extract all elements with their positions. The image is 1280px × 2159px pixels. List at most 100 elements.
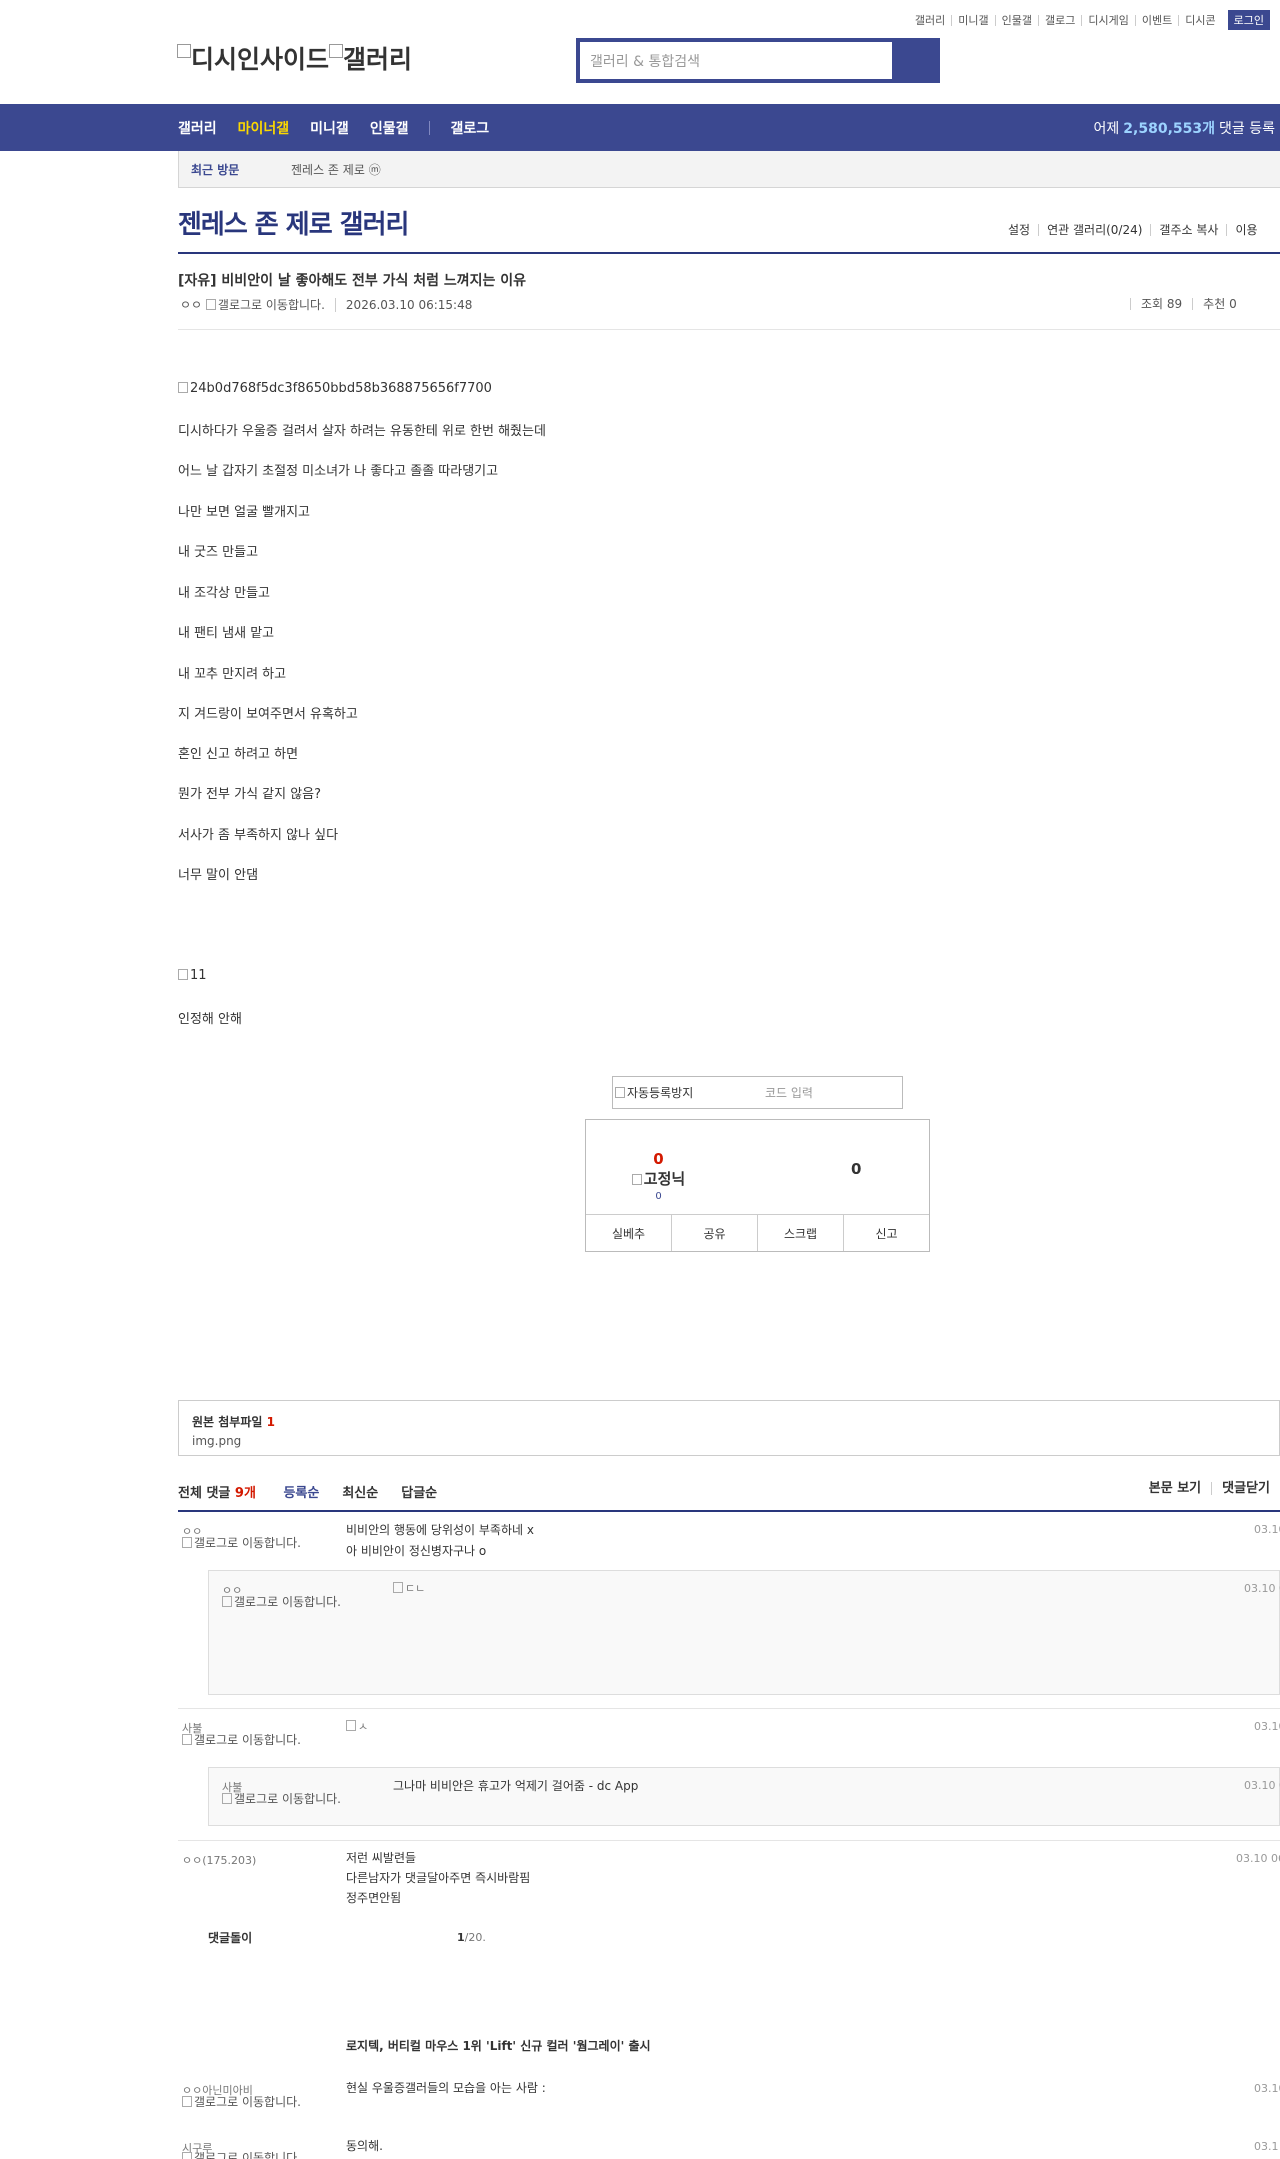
view-post-button[interactable]: 본문 보기 [1139,1482,1211,1495]
comment-date: 03.10 06 [1236,1852,1280,1865]
post-author[interactable]: ㅇㅇ [180,296,202,313]
util-event-link[interactable]: 이벤트 [1134,14,1178,26]
share-button[interactable]: 공유 [671,1215,757,1251]
post-stats: 조회 89 추천 0 [1130,298,1247,310]
ad-link[interactable]: 로지텍, 버티컬 마우스 1위 'Lift' 신규 컬러 '웜그레이' 출시 [346,2036,651,2056]
nav-person-gallery[interactable]: 인물갤 [370,118,409,138]
login-button[interactable]: 로그인 [1227,10,1270,30]
recommend-count: 추천 0 [1192,298,1247,310]
post-line: 디시하다가 우울증 걸려서 살자 하려는 유동한테 위로 한번 해줬는데 [178,424,546,439]
post-line: 혼인 신고 하려고 하면 [178,747,299,762]
post-header-divider [178,329,1280,330]
post-line: 뭔가 전부 가식 같지 않음? [178,787,322,802]
close-comments-button[interactable]: 댓글닫기 [1211,1482,1280,1495]
nav-gallog[interactable]: 갤로그 [450,118,489,138]
dccon-image: ㄷㄴ [393,1580,425,1596]
post-line: 인정해 안해 [178,1012,242,1027]
comment-divider [178,1840,1280,1841]
util-minigall-link[interactable]: 미니갤 [951,14,994,26]
broken-image-icon [346,1720,356,1731]
search-button[interactable] [893,41,937,80]
broken-image-icon [329,44,344,58]
gallery-title[interactable]: 젠레스 존 제로 갤러리 [178,204,409,241]
settings-link[interactable]: 설정 [1000,224,1038,236]
gallog-link[interactable]: 갤로그로 이동합니다. [182,2096,307,2109]
copy-address-link[interactable]: 갤주소 복사 [1150,224,1226,236]
report-button[interactable]: 신고 [843,1215,929,1251]
broken-image-icon [205,299,216,310]
search-input[interactable]: 갤러리 & 통합검색 [579,41,893,80]
captcha-field[interactable]: 자동등록방지 코드 입력 [612,1076,903,1109]
attachment-box: 원본 첨부파일 1 img.png [178,1400,1280,1456]
scrap-button[interactable]: 스크랩 [757,1215,843,1251]
post-image: 24b0d768f5dc3f8650bbd58b368875656f7700 [178,381,492,396]
comment-date: 03.10 [1254,1523,1280,1536]
comment-date: 03.10 [1254,2082,1280,2095]
gallog-link[interactable]: 갤로그로 이동합니다. [205,296,325,313]
attachment-file-link[interactable]: img.png [192,1434,1266,1448]
related-galleries-link[interactable]: 연관 갤러리(0/24) [1038,224,1150,236]
site-logo[interactable]: 디시인사이드 갤러리 [177,40,412,76]
post-line: 내 꼬추 만지려 하고 [178,667,287,682]
post-line: 너무 말이 안댐 [178,868,259,883]
captcha-image: 자동등록방지 [627,1086,694,1100]
sort-registered[interactable]: 등록순 [283,1486,319,1501]
gallog-link[interactable]: 갤로그로 이동합니다. [222,1793,347,1806]
captcha-input-placeholder: 코드 입력 [765,1086,813,1100]
post-datetime: 2026.03.10 06:15:48 [334,297,472,312]
comment-count: 9개 [234,1486,256,1501]
util-game-link[interactable]: 디시게임 [1081,14,1134,26]
minor-badge-icon: ⓜ [368,162,381,177]
comment-nick[interactable]: ㅇㅇ(175.203) [182,1852,256,1868]
downvote-button[interactable]: 0 [851,1160,861,1178]
recent-visits-bar: 최근 방문 젠레스 존 제로 ⓜ [178,151,1280,188]
post-line: 지 겨드랑이 보여주면서 유혹하고 [178,707,358,722]
post-line: 내 팬티 냄새 맡고 [178,626,275,641]
sort-replies[interactable]: 답글순 [401,1486,437,1501]
reply-box [208,1767,1280,1826]
nav-mini-gallery[interactable]: 미니갤 [310,118,349,138]
gallery-menu: 설정 연관 갤러리(0/24) 갤주소 복사 이용 [1000,224,1266,236]
util-person-link[interactable]: 인물갤 [994,14,1038,26]
comment-text: 비비안의 행동에 당위성이 부족하네 x [346,1523,534,1537]
util-gallog-link[interactable]: 갤로그 [1038,14,1081,26]
broken-image-icon [615,1087,625,1098]
recent-gallery-link[interactable]: 젠레스 존 제로 ⓜ [291,161,381,178]
reply-box [208,1570,1280,1695]
post-title: [자유] 비비안이 날 좋아해도 전부 가식 처럼 느껴지는 이유 [178,273,527,289]
gallog-link[interactable]: 갤로그로 이동합니다. [182,2152,307,2159]
broken-image-icon [182,1734,192,1745]
comment-tabs: 전체 댓글 9개 등록순 최신순 답글순 본문 보기 댓글닫기 [178,1482,1280,1512]
broken-image-icon [222,1596,232,1607]
top-utility-nav: 갤러리 미니갤 인물갤 갤로그 디시게임 이벤트 디시콘 로그인 [909,10,1270,30]
dccon-image: ㅅ [346,1718,368,1734]
broken-image-icon [631,1174,642,1185]
util-gallery-link[interactable]: 갤러리 [909,15,951,26]
main-nav: 갤러리 마이너갤 미니갤 인물갤 갤로그 어제 2,580,553개 댓글 등록 [0,104,1280,151]
comment-text: 정주면안됨 [346,1891,402,1905]
reply-date: 03.10 0 [1244,1582,1280,1595]
fixed-nick-count: 0 [655,1191,662,1202]
broken-image-icon [177,44,191,58]
sort-latest[interactable]: 최신순 [342,1486,378,1501]
nav-minor-gallery[interactable]: 마이너갤 [238,118,290,138]
util-dccon-link[interactable]: 디시콘 [1178,14,1221,26]
gallog-link[interactable]: 갤로그로 이동합니다. [222,1596,347,1609]
broken-image-icon [222,1793,232,1804]
post-line: 내 조각상 만들고 [178,586,270,601]
reply-text: 그나마 비비안은 휴고가 억제기 걸어줌 - dc App [393,1779,639,1793]
real-best-button[interactable]: 실베추 [586,1215,671,1251]
broken-image-icon [393,1582,403,1593]
gallog-link[interactable]: 갤로그로 이동합니다. [182,1734,307,1747]
comment-dolls-label: 댓글돌이 [208,1931,253,1945]
usage-link[interactable]: 이용 [1226,224,1265,236]
comment-ip: (175.203) [202,1854,257,1867]
comment-text: 저런 씨발련들 [346,1851,417,1865]
comment-text: 아 비비안이 정신병자구나 o [346,1544,487,1558]
post-image: 11 [178,968,207,983]
gallog-link[interactable]: 갤로그로 이동합니다. [182,1537,307,1550]
comment-total-label: 전체 댓글 [178,1486,231,1501]
post-line: 어느 날 갑자기 초절정 미소녀가 나 좋다고 졸졸 따라댕기고 [178,464,499,479]
nav-gallery[interactable]: 갤러리 [178,118,217,138]
recommend-button[interactable]: 0 고정닉 0 [586,1150,731,1202]
